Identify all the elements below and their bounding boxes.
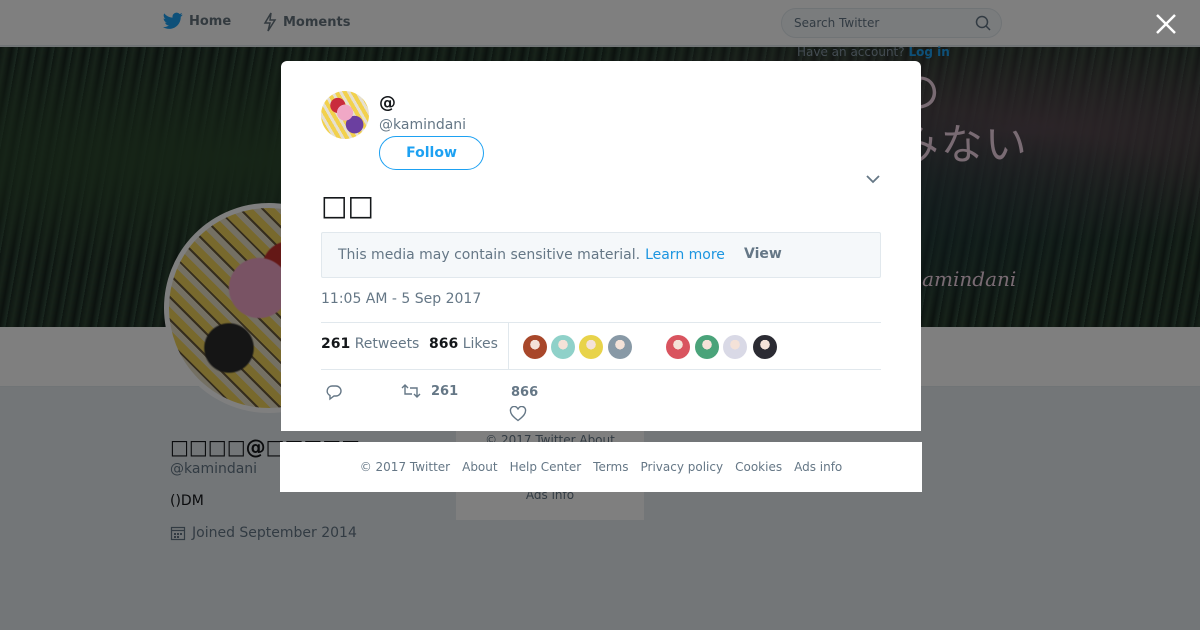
tweet-text: □□ <box>321 189 374 222</box>
footer-link-3[interactable]: Terms <box>593 460 628 474</box>
liker-avatar-2[interactable] <box>551 335 575 359</box>
liker-avatar-8[interactable] <box>753 335 777 359</box>
footer-link-2[interactable]: Help Center <box>510 460 582 474</box>
reply-icon <box>326 385 342 401</box>
retweet-icon <box>401 384 421 398</box>
follow-button[interactable]: Follow <box>379 136 484 170</box>
retweets-count: 261 <box>321 336 351 352</box>
retweets-stat[interactable]: 261 Retweets <box>321 336 419 352</box>
footer-link-5[interactable]: Cookies <box>735 460 782 474</box>
likes-stat[interactable]: 866 Likes <box>429 336 498 352</box>
heart-icon <box>509 406 527 422</box>
tweet-author-screenname[interactable]: @kamindani <box>379 117 466 133</box>
close-icon[interactable] <box>1152 10 1180 38</box>
likes-label: Likes <box>462 336 498 352</box>
liker-avatar-3[interactable] <box>579 335 603 359</box>
retweets-label: Retweets <box>354 336 420 352</box>
liker-avatar-6[interactable] <box>695 335 719 359</box>
footer-link-0[interactable]: © 2017 Twitter <box>360 460 450 474</box>
tweet-author-fullname[interactable]: @ <box>379 93 396 113</box>
liker-avatar-4[interactable] <box>608 335 632 359</box>
reply-button[interactable] <box>325 383 343 401</box>
stats-divider <box>508 323 509 369</box>
sensitive-media-notice: This media may contain sensitive materia… <box>321 232 881 278</box>
tweet-modal: @ @kamindani Follow □□ This media may co… <box>281 61 921 431</box>
likes-count: 866 <box>429 336 459 352</box>
like-button[interactable] <box>509 406 527 422</box>
tweet-actions: 261 866 <box>321 379 881 429</box>
retweet-action-count: 261 <box>431 383 459 399</box>
chevron-down-icon[interactable] <box>864 172 882 186</box>
liker-avatar-1[interactable] <box>523 335 547 359</box>
footer-link-4[interactable]: Privacy policy <box>641 460 724 474</box>
liker-avatar-5[interactable] <box>666 335 690 359</box>
like-action-count: 866 <box>511 385 539 400</box>
retweet-button[interactable]: 261 <box>401 383 458 399</box>
footer-link-6[interactable]: Ads info <box>794 460 842 474</box>
tweet-timestamp[interactable]: 11:05 AM - 5 Sep 2017 <box>321 291 481 307</box>
tweet-stats: 261 Retweets 866 Likes <box>321 322 881 370</box>
learn-more-link[interactable]: Learn more <box>645 247 725 263</box>
modal-footer: © 2017 Twitter About Help Center Terms Priva… <box>280 442 922 492</box>
liker-avatar-7[interactable] <box>723 335 747 359</box>
view-media-button[interactable]: View <box>744 246 782 262</box>
tweet-author-avatar[interactable] <box>321 91 369 139</box>
footer-link-1[interactable]: About <box>462 460 497 474</box>
sensitive-notice-text: This media may contain sensitive materia… <box>338 247 641 263</box>
